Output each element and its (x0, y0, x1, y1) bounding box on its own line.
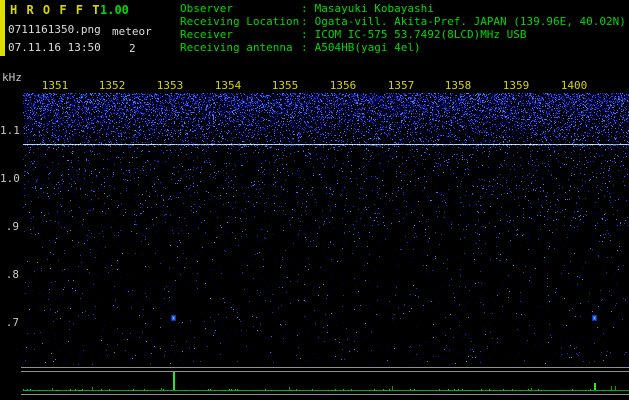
x-tick-1354: 1354 (214, 79, 242, 92)
info-separator: : (301, 28, 308, 41)
info-row-receiver: Receiver: ICOM IC-575 53.7492(8LCD)MHz US… (180, 28, 626, 41)
info-row-antenna: Receiving antenna: A504HB(yagi 4el) (180, 41, 626, 54)
x-tick-1351: 1351 (41, 79, 69, 92)
level-indicator-bar (0, 0, 5, 56)
y-tick-1.0: 1.0 (0, 172, 20, 185)
x-tick-1352: 1352 (98, 79, 126, 92)
y-axis-unit-label: kHz (2, 71, 22, 84)
app-title: H R O F F T (10, 3, 101, 17)
y-tick-1.1: 1.1 (0, 124, 20, 137)
info-value: Ogata-vill. Akita-Pref. JAPAN (139.96E, … (314, 15, 626, 28)
x-tick-1357: 1357 (387, 79, 415, 92)
x-tick-1400: 1400 (560, 79, 588, 92)
info-separator: : (301, 41, 308, 54)
app-version: 1.00 (100, 3, 129, 17)
info-row-observer: Observer: Masayuki Kobayashi (180, 2, 626, 15)
info-label: Receiving antenna (180, 41, 293, 54)
info-separator: : (301, 15, 308, 28)
station-info: Observer: Masayuki Kobayashi Receiving Lo… (180, 2, 626, 54)
x-tick-1359: 1359 (502, 79, 530, 92)
x-tick-1356: 1356 (329, 79, 357, 92)
mode-label: meteor (112, 25, 152, 38)
x-tick-1355: 1355 (271, 79, 299, 92)
info-label: Receiving Location (180, 15, 300, 28)
y-tick-0.8: .8 (5, 268, 19, 281)
signal-strength-canvas (0, 366, 629, 400)
info-separator: : (301, 2, 308, 15)
y-tick-0.7: .7 (5, 316, 19, 329)
x-tick-1353: 1353 (156, 79, 184, 92)
info-label: Receiver (180, 28, 233, 41)
info-value: ICOM IC-575 53.7492(8LCD)MHz USB (314, 28, 527, 41)
x-tick-1358: 1358 (444, 79, 472, 92)
y-tick-0.9: .9 (5, 220, 19, 233)
spectrogram-canvas (23, 93, 629, 365)
info-row-location: Receiving Location: Ogata-vill. Akita-Pre… (180, 15, 626, 28)
output-filename: 0711161350.png (8, 23, 101, 36)
hrofft-screen: H R O F F T 1.00 0711161350.png meteor 0… (0, 0, 629, 400)
info-value: A504HB(yagi 4el) (314, 41, 421, 54)
info-value: Masayuki Kobayashi (314, 2, 434, 15)
meteor-count: 2 (129, 42, 136, 55)
info-label: Observer (180, 2, 233, 15)
datetime-label: 07.11.16 13:50 (8, 41, 101, 54)
